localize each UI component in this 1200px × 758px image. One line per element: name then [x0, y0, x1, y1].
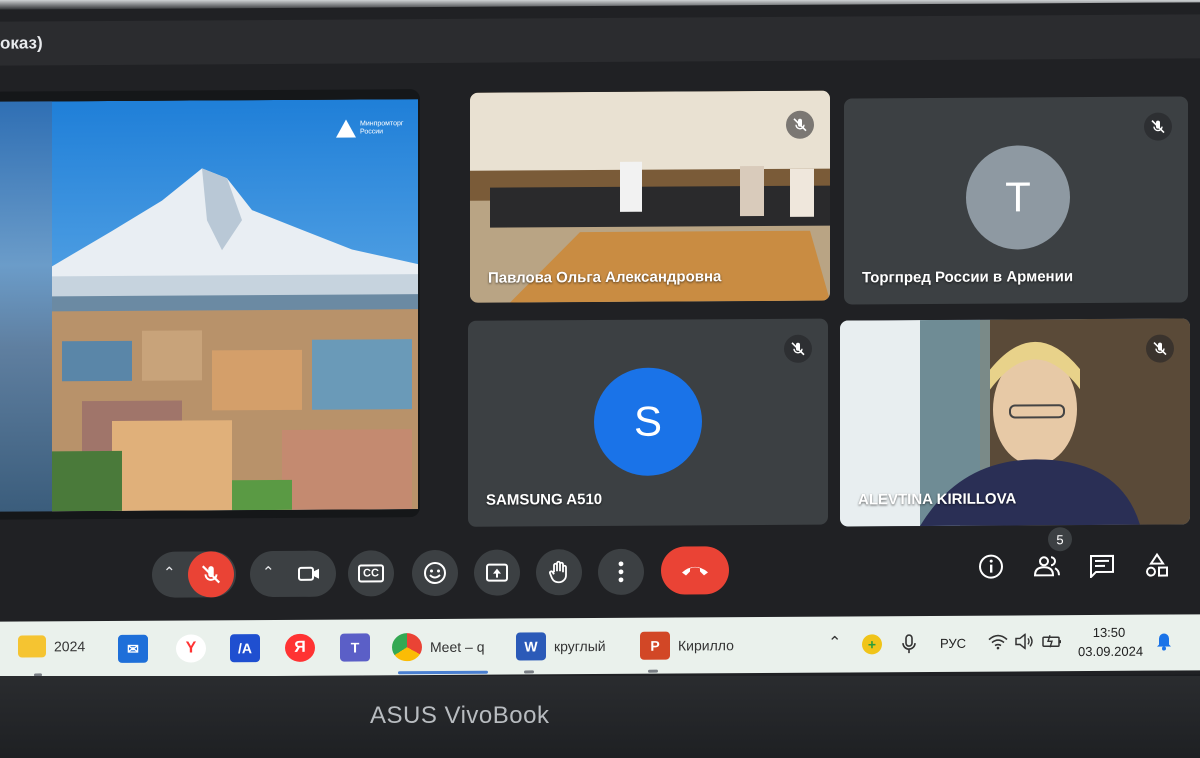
- mic-toggle-button[interactable]: [188, 551, 234, 598]
- clock-date: 03.09.2024: [1078, 643, 1144, 660]
- activities-shapes-icon: [1146, 552, 1168, 577]
- ministry-logo: Минпромторг России: [336, 119, 406, 138]
- mic-off-indicator: [1144, 112, 1172, 141]
- taskbar-label: круглый: [554, 637, 606, 655]
- avatar-initial: T: [1005, 173, 1031, 221]
- app-ia-icon: /A: [230, 634, 260, 663]
- screen: оказ) Минпромторг России Павлова Ольга А…: [0, 2, 1200, 682]
- tray-app-plus-icon[interactable]: +: [862, 634, 882, 655]
- volume-icon[interactable]: [1014, 633, 1034, 650]
- people-count-badge: 5: [1048, 527, 1072, 552]
- participant-tile-samsung[interactable]: S SAMSUNG A510: [468, 318, 828, 527]
- mail-icon: ✉: [118, 634, 148, 663]
- logo-triangle-icon: [336, 119, 356, 138]
- app-ia-glyph: /A: [238, 640, 252, 657]
- more-vertical-icon: [618, 561, 624, 583]
- taskbar-active-indicator: [648, 669, 658, 673]
- ararat-city-image: [52, 99, 418, 512]
- participant-avatar: T: [966, 145, 1070, 250]
- people-button[interactable]: [1032, 551, 1062, 581]
- mic-off-indicator: [784, 334, 812, 363]
- taskbar-yandex[interactable]: Я: [285, 633, 315, 662]
- window-title: оказ): [0, 33, 43, 53]
- laptop-brand: ASUS VivoBook: [370, 702, 550, 729]
- emoji-icon: [424, 562, 446, 585]
- yandex-glyph: Я: [294, 638, 306, 656]
- taskbar-powerpoint[interactable]: P Кирилло: [640, 631, 734, 660]
- meeting-details-button[interactable]: [976, 552, 1006, 582]
- present-button[interactable]: [474, 549, 520, 596]
- chat-button[interactable]: [1087, 551, 1117, 581]
- clock-time: 13:50: [1092, 624, 1126, 640]
- hang-up-icon: [682, 566, 708, 576]
- people-count: 5: [1056, 531, 1064, 547]
- present-screen-icon: [486, 563, 508, 582]
- taskbar-label: Кирилло: [678, 637, 734, 654]
- participant-name: ALEVTINA KIRILLOVA: [858, 490, 1017, 509]
- info-icon: [979, 554, 1003, 579]
- participant-tile-pavlova[interactable]: Павлова Ольга Александровна: [470, 90, 830, 303]
- logo-text: Минпромторг России: [360, 120, 404, 136]
- yandex-icon: Я: [285, 633, 315, 662]
- taskbar-active-indicator: [398, 670, 488, 675]
- captions-label: CC: [363, 567, 379, 580]
- word-icon: W: [516, 632, 546, 661]
- participant-avatar: S: [594, 367, 702, 477]
- reactions-button[interactable]: [412, 549, 458, 597]
- tray-overflow-chevron-icon[interactable]: ⌃: [828, 633, 841, 653]
- mic-off-indicator: [1146, 334, 1174, 363]
- taskbar-label: Meet – q: [430, 638, 485, 656]
- taskbar-word[interactable]: W круглый: [516, 632, 606, 661]
- window-title-bar: оказ): [0, 14, 1200, 66]
- notification-bell-icon[interactable]: [1156, 631, 1172, 651]
- participant-name: SAMSUNG A510: [486, 490, 603, 509]
- mic-off-indicator: [786, 110, 814, 139]
- participant-tile-torgpred[interactable]: T Торгпред России в Армении: [844, 96, 1188, 305]
- captions-button[interactable]: CC: [348, 550, 394, 597]
- microphone-icon[interactable]: [902, 634, 916, 654]
- chrome-icon: [392, 633, 422, 662]
- camera-options-chevron-icon[interactable]: ⌃: [262, 563, 275, 581]
- taskbar-explorer[interactable]: 2024: [18, 635, 86, 658]
- laptop-bezel-bottom: [0, 676, 1200, 758]
- avatar-initial: S: [633, 397, 662, 445]
- yandex-browser-icon: Y: [176, 634, 206, 663]
- people-icon: [1033, 556, 1060, 577]
- activities-button[interactable]: [1142, 551, 1172, 581]
- mic-options-chevron-icon[interactable]: ⌃: [163, 564, 176, 582]
- windows-taskbar: 2024 ✉ Y /A Я T Meet – q W круглый P Кир…: [0, 614, 1200, 678]
- captions-icon: CC: [358, 564, 384, 583]
- taskbar-label: 2024: [54, 638, 86, 655]
- taskbar-chrome-meet[interactable]: Meet – q: [392, 633, 484, 662]
- taskbar-yandex-browser[interactable]: Y: [176, 634, 206, 663]
- taskbar-app-ia[interactable]: /A: [230, 634, 260, 663]
- camera-icon: [298, 566, 319, 581]
- hand-icon: [549, 560, 567, 584]
- more-options-button[interactable]: [598, 548, 644, 596]
- participant-tile-kirillova[interactable]: ALEVTINA KIRILLOVA: [840, 318, 1190, 527]
- camera-toggle-button[interactable]: [286, 550, 332, 597]
- taskbar-clock[interactable]: 13:50 03.09.2024: [1078, 623, 1144, 661]
- chat-icon: [1090, 554, 1114, 579]
- folder-icon: [18, 635, 46, 658]
- battery-icon[interactable]: [1042, 633, 1062, 649]
- powerpoint-icon: P: [640, 631, 670, 660]
- leave-call-button[interactable]: [661, 546, 729, 595]
- raise-hand-button[interactable]: [536, 549, 582, 596]
- participant-name: Торгпред России в Армении: [862, 268, 1074, 287]
- taskbar-teams[interactable]: T: [340, 633, 370, 662]
- slide-edge: [0, 101, 52, 512]
- teams-icon: T: [340, 633, 370, 662]
- presentation-tile[interactable]: Минпромторг России: [0, 89, 420, 520]
- language-indicator[interactable]: РУС: [940, 636, 966, 651]
- taskbar-active-indicator: [524, 670, 534, 674]
- mic-off-icon: [201, 565, 221, 584]
- wifi-icon[interactable]: [988, 634, 1008, 650]
- taskbar-mail[interactable]: ✉: [118, 634, 148, 663]
- participant-name: Павлова Ольга Александровна: [488, 268, 722, 287]
- presentation-slide: Минпромторг России: [52, 99, 418, 512]
